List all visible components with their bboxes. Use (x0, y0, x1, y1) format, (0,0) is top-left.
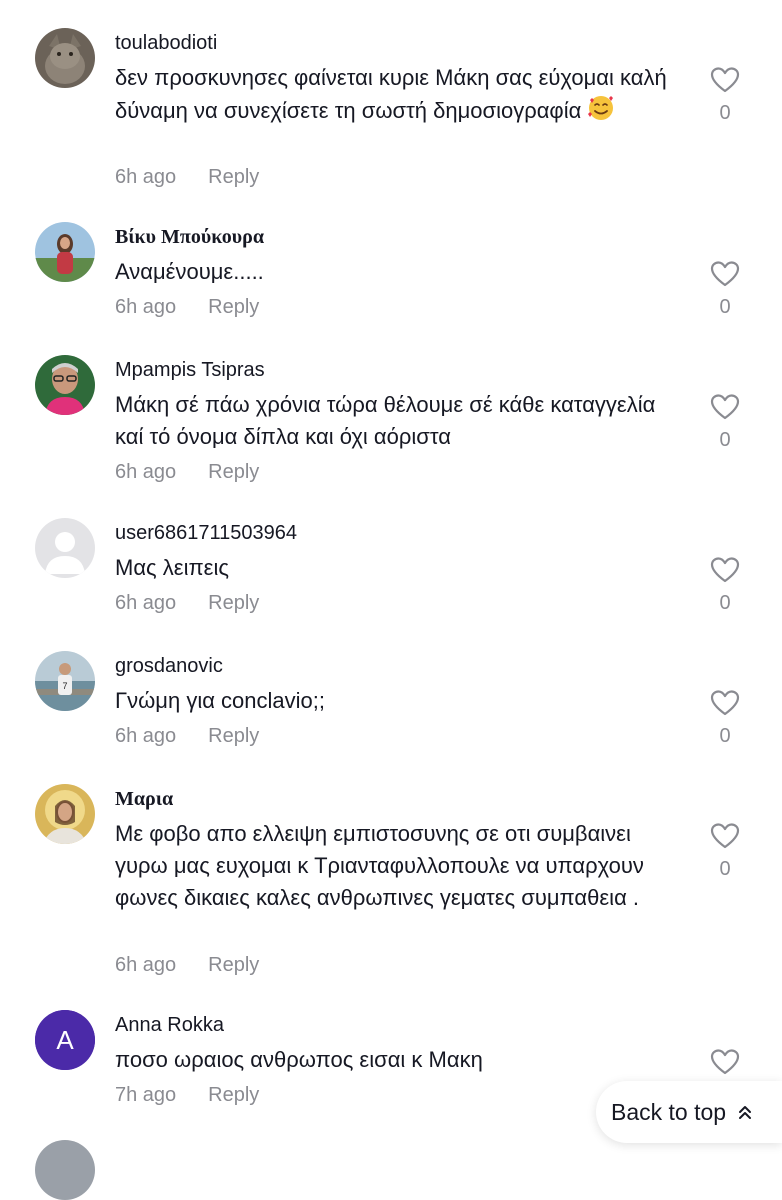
reply-button[interactable]: Reply (208, 166, 259, 188)
reply-button[interactable]: Reply (208, 1084, 259, 1106)
comment-time: 6h ago (115, 166, 177, 188)
like-button[interactable]: 0 (708, 393, 742, 452)
comment-time: 7h ago (115, 1084, 177, 1106)
comment-meta: 6h ago Reply (115, 954, 259, 977)
comment-meta: 6h ago Reply (115, 461, 259, 484)
like-button[interactable]: 0 (708, 822, 742, 881)
comment-text: δεν προσκυνησες φαίνεται κυριε Μάκη σας … (115, 62, 685, 131)
comment-text: ποσο ωραιος ανθρωπος εισαι κ Μακη (115, 1047, 483, 1072)
like-count: 0 (719, 102, 731, 124)
comment-text: Με φοβο απο ελλειψη εμπιστοσυνης σε οτι … (115, 821, 644, 910)
comment-meta: 6h ago Reply (115, 592, 259, 615)
heart-icon (710, 67, 740, 93)
heart-icon (710, 690, 740, 716)
reply-button[interactable]: Reply (208, 592, 259, 614)
heart-icon (710, 823, 740, 849)
comment-username[interactable]: user6861711503964 (115, 522, 297, 545)
comment-meta: 6h ago Reply (115, 296, 259, 319)
comment-time: 6h ago (115, 592, 177, 614)
like-count: 0 (719, 296, 731, 318)
svg-text:7: 7 (62, 681, 67, 691)
back-to-top-label: Back to top (611, 1098, 727, 1125)
comment-username[interactable]: Mpampis Tsipras (115, 359, 265, 382)
comment-username[interactable]: Anna Rokka (115, 1014, 224, 1037)
like-count: 0 (719, 858, 731, 880)
user-avatar[interactable] (35, 784, 95, 844)
avatar-letter: A (56, 1025, 74, 1055)
comment-username[interactable]: Μαρια (115, 788, 173, 811)
user-avatar[interactable] (35, 355, 95, 415)
heart-icon (710, 1049, 740, 1075)
comment-meta: 6h ago Reply (115, 166, 259, 189)
reply-button[interactable]: Reply (208, 954, 259, 976)
like-count: 0 (719, 725, 731, 747)
heart-icon (710, 394, 740, 420)
like-button[interactable]: 0 (708, 556, 742, 615)
user-avatar[interactable]: A (35, 1010, 95, 1070)
comment-time: 6h ago (115, 461, 177, 483)
like-button[interactable]: 0 (708, 689, 742, 748)
comment-text: Μας λειπεις (115, 555, 229, 580)
comment-text: Μάκη σέ πάω χρόνια τώρα θέλουμε σέ κάθε … (115, 392, 656, 449)
user-avatar[interactable] (35, 28, 95, 88)
double-chevron-up-icon (739, 1106, 752, 1119)
reply-button[interactable]: Reply (208, 725, 259, 747)
back-to-top-button[interactable]: Back to top (596, 1081, 782, 1143)
comment-text: Αναμένουμε..... (115, 259, 264, 284)
user-avatar[interactable] (35, 518, 95, 578)
comment-time: 6h ago (115, 296, 177, 318)
comment-meta: 6h ago Reply (115, 725, 259, 748)
heart-icon (710, 557, 740, 583)
comment-time: 6h ago (115, 725, 177, 747)
reply-button[interactable]: Reply (208, 296, 259, 318)
like-count: 0 (719, 592, 731, 614)
comment-username[interactable]: grosdanovic (115, 655, 223, 678)
like-count: 0 (719, 429, 731, 451)
heart-icon (710, 261, 740, 287)
comment-text: Γνώμη για conclavio;; (115, 688, 325, 713)
like-button[interactable]: 0 (708, 260, 742, 319)
comment-meta: 7h ago Reply (115, 1084, 259, 1107)
like-button[interactable]: 0 (708, 66, 742, 125)
comment-username[interactable]: Βίκυ Μπούκουρα (115, 226, 264, 249)
comment-username[interactable]: toulabodioti (115, 32, 217, 55)
user-avatar[interactable] (35, 222, 95, 282)
user-avatar[interactable] (35, 1140, 95, 1200)
smiling-face-with-hearts-icon (587, 94, 615, 131)
like-button[interactable] (708, 1048, 742, 1076)
comment-time: 6h ago (115, 954, 177, 976)
user-avatar[interactable]: 7 (35, 651, 95, 711)
reply-button[interactable]: Reply (208, 461, 259, 483)
